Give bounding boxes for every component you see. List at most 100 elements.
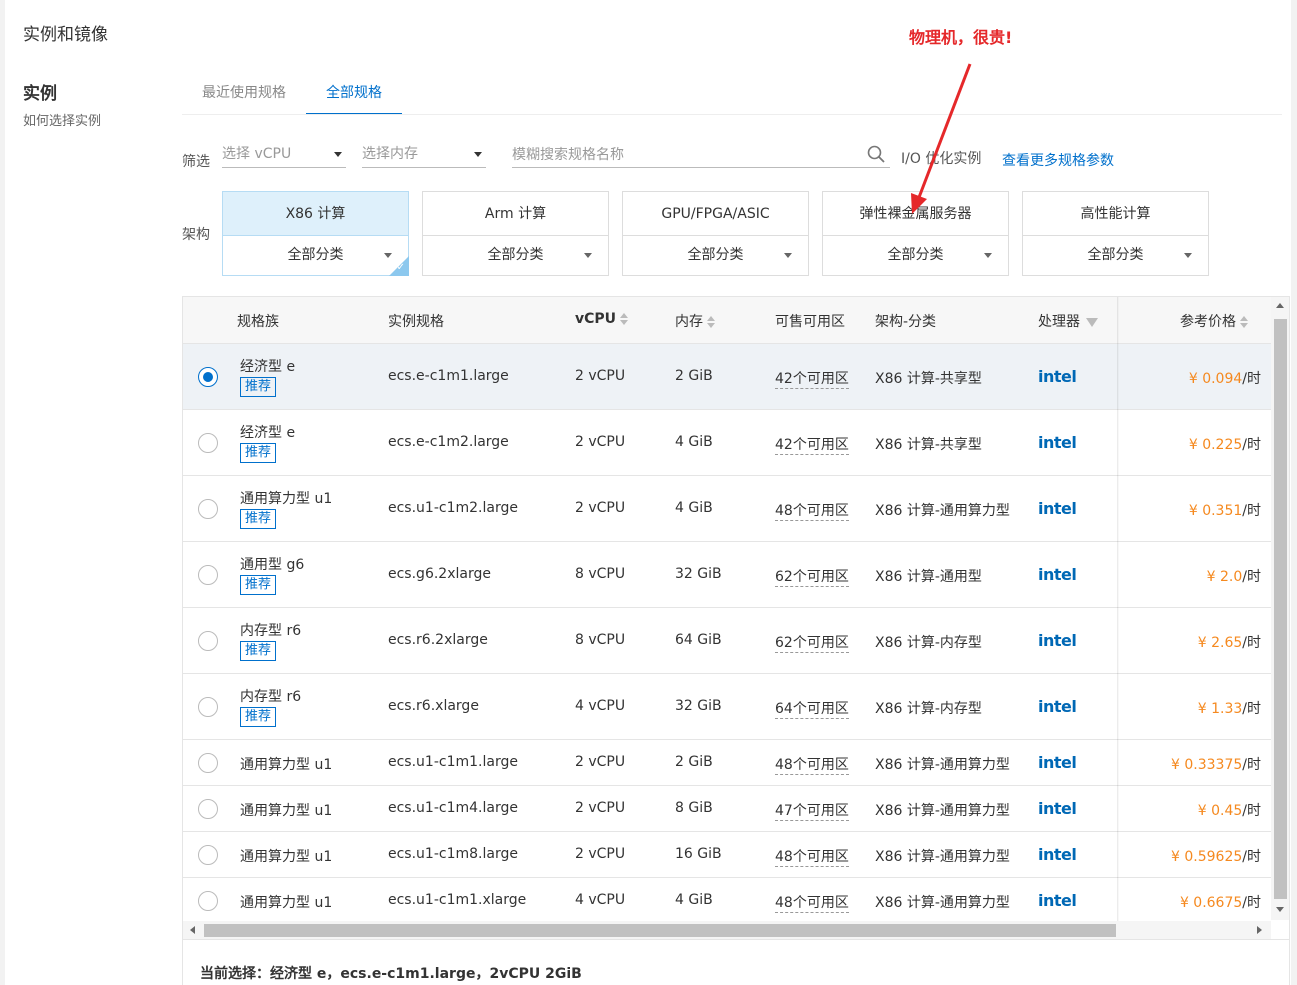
arch-card-hpc[interactable]: 高性能计算 全部分类 (1022, 191, 1209, 276)
sort-icon[interactable] (707, 316, 715, 328)
io-optimized-label: I/O 优化实例 (901, 151, 982, 167)
filter-funnel-icon[interactable] (1086, 317, 1098, 327)
row-memory: 64 GiB (675, 632, 722, 648)
spec-search-input[interactable] (512, 142, 890, 168)
table-row[interactable]: 通用算力型 u1 ecs.u1-c1m8.large 2 vCPU 16 GiB 48个… (183, 832, 1271, 878)
memory-select[interactable]: 选择内存 (362, 142, 486, 168)
price-amount: ¥ 0.33375 (1171, 757, 1243, 773)
chevron-down-icon (1184, 253, 1192, 258)
fixed-column-shadow (1117, 297, 1119, 939)
chevron-down-icon (584, 253, 592, 258)
left-border (0, 0, 5, 985)
intel-logo-icon: intel (1038, 891, 1077, 910)
header-price[interactable]: 参考价格 (1180, 311, 1248, 331)
table-row[interactable]: 通用算力型 u1 推荐 ecs.u1-c1m2.large 2 vCPU 4 GiB 48… (183, 476, 1271, 542)
row-arch: X86 计算-通用型 (875, 569, 982, 585)
row-zones[interactable]: 48个可用区 (775, 846, 849, 867)
row-zones[interactable]: 42个可用区 (775, 368, 849, 389)
row-radio[interactable] (198, 631, 218, 651)
row-arch: X86 计算-内存型 (875, 701, 982, 717)
arch-category-select[interactable]: 全部分类 (423, 236, 608, 276)
chevron-down-icon (474, 152, 482, 157)
row-zones[interactable]: 47个可用区 (775, 800, 849, 821)
instance-help-link[interactable]: 如何选择实例 (23, 110, 101, 129)
arch-card-gpu[interactable]: GPU/FPGA/ASIC 全部分类 (622, 191, 809, 276)
table-row[interactable]: 通用型 g6 推荐 ecs.g6.2xlarge 8 vCPU 32 GiB 62个可用区… (183, 542, 1271, 608)
recommended-badge: 推荐 (240, 575, 277, 595)
checkmark-icon: ✓ (396, 262, 405, 273)
scroll-thumb[interactable] (204, 924, 1116, 937)
row-family: 通用算力型 u1 (240, 491, 333, 507)
search-icon[interactable] (867, 145, 885, 163)
chevron-down-icon (984, 253, 992, 258)
row-radio[interactable] (198, 367, 218, 387)
row-family: 经济型 e (240, 425, 296, 441)
arch-category-select[interactable]: 全部分类 (223, 236, 408, 276)
arch-card-bare-metal[interactable]: 弹性裸金属服务器 全部分类 (822, 191, 1009, 276)
intel-logo-icon: intel (1038, 631, 1077, 650)
header-processor[interactable]: 处理器 (1038, 311, 1098, 331)
more-spec-params-link[interactable]: 查看更多规格参数 (1002, 150, 1114, 170)
intel-logo-icon: intel (1038, 433, 1077, 452)
row-zones[interactable]: 62个可用区 (775, 632, 849, 653)
header-memory[interactable]: 内存 (675, 311, 715, 331)
row-memory: 2 GiB (675, 754, 713, 770)
sort-icon[interactable] (620, 313, 629, 325)
price-amount: ¥ 0.225 (1188, 437, 1243, 453)
table-row[interactable]: 内存型 r6 推荐 ecs.r6.xlarge 4 vCPU 32 GiB 64个可用区 X… (183, 674, 1271, 740)
row-radio[interactable] (198, 753, 218, 773)
row-vcpu: 8 vCPU (575, 566, 626, 582)
table-row[interactable]: 通用算力型 u1 ecs.u1-c1m1.xlarge 4 vCPU 4 GiB 48个… (183, 878, 1271, 923)
tab-recent-specs[interactable]: 最近使用规格 (182, 78, 306, 115)
header-vcpu[interactable]: vCPU (575, 311, 629, 327)
row-radio[interactable] (198, 697, 218, 717)
arch-card-title: X86 计算 (223, 192, 408, 236)
row-spec: ecs.r6.xlarge (388, 698, 479, 714)
scroll-up-icon[interactable] (1276, 303, 1284, 308)
scroll-down-icon[interactable] (1276, 907, 1284, 912)
table-row[interactable]: 经济型 e 推荐 ecs.e-c1m1.large 2 vCPU 2 GiB 42个可用区… (183, 344, 1271, 410)
table-row[interactable]: 内存型 r6 推荐 ecs.r6.2xlarge 8 vCPU 64 GiB 62个可用区… (183, 608, 1271, 674)
table-row[interactable]: 通用算力型 u1 ecs.u1-c1m1.large 2 vCPU 2 GiB 48个可… (183, 740, 1271, 786)
price-unit: /时 (1242, 849, 1261, 865)
arch-category-select[interactable]: 全部分类 (1023, 236, 1208, 276)
row-zones[interactable]: 48个可用区 (775, 892, 849, 913)
vcpu-select[interactable]: 选择 vCPU (222, 142, 346, 168)
table-row[interactable]: 通用算力型 u1 ecs.u1-c1m4.large 2 vCPU 8 GiB 47个可… (183, 786, 1271, 832)
sort-icon[interactable] (1240, 316, 1248, 328)
row-price: ¥ 0.225/时 (1189, 434, 1261, 454)
row-price: ¥ 0.59625/时 (1171, 846, 1261, 866)
vertical-scrollbar[interactable] (1271, 297, 1289, 920)
row-zones[interactable]: 64个可用区 (775, 698, 849, 719)
row-radio[interactable] (198, 565, 218, 585)
arch-card-x86[interactable]: X86 计算 全部分类 ✓ (222, 191, 409, 276)
row-zones[interactable]: 62个可用区 (775, 566, 849, 587)
header-zones: 可售可用区 (775, 314, 845, 330)
row-zones[interactable]: 48个可用区 (775, 754, 849, 775)
recommended-badge: 推荐 (240, 377, 277, 397)
tab-all-specs[interactable]: 全部规格 (306, 78, 402, 115)
recommended-badge: 推荐 (240, 707, 277, 727)
row-family: 通用算力型 u1 (240, 757, 333, 773)
scroll-thumb[interactable] (1274, 319, 1287, 899)
row-radio[interactable] (198, 799, 218, 819)
horizontal-scrollbar[interactable] (183, 921, 1271, 939)
table-row[interactable]: 经济型 e 推荐 ecs.e-c1m2.large 2 vCPU 4 GiB 42个可用区… (183, 410, 1271, 476)
row-radio[interactable] (198, 499, 218, 519)
row-zones[interactable]: 48个可用区 (775, 500, 849, 521)
intel-logo-icon: intel (1038, 799, 1077, 818)
scroll-right-icon[interactable] (1257, 926, 1262, 934)
arch-category-select[interactable]: 全部分类 (823, 236, 1008, 276)
row-price: ¥ 1.33/时 (1198, 698, 1261, 718)
arch-category-value: 全部分类 (887, 247, 944, 263)
row-radio[interactable] (198, 433, 218, 453)
row-family: 经济型 e (240, 359, 296, 375)
header-price-label: 参考价格 (1180, 314, 1236, 330)
row-zones[interactable]: 42个可用区 (775, 434, 849, 455)
row-radio[interactable] (198, 845, 218, 865)
row-radio[interactable] (198, 890, 218, 911)
arch-category-select[interactable]: 全部分类 (623, 236, 808, 276)
instance-title: 实例 (23, 84, 57, 104)
scroll-left-icon[interactable] (190, 926, 195, 934)
arch-card-arm[interactable]: Arm 计算 全部分类 (422, 191, 609, 276)
